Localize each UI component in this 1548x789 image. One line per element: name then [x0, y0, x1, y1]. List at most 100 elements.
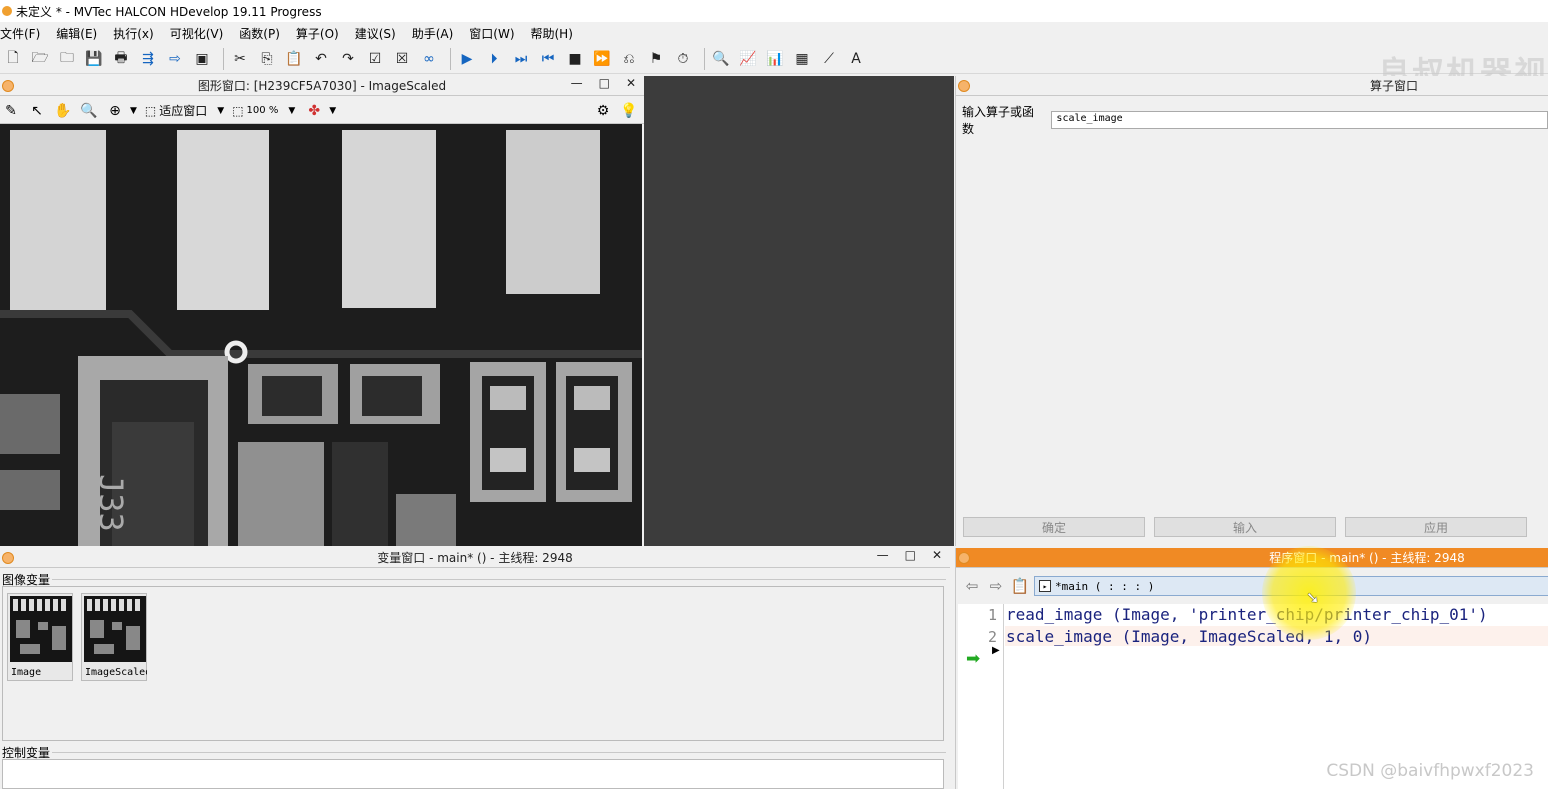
- pcb-thumbnail: [10, 596, 72, 662]
- operator-buttons: 确定 输入 应用: [963, 517, 1527, 537]
- imagescaled-variable-thumb[interactable]: ImageScaled: [81, 593, 147, 681]
- panel-logo-icon: [958, 80, 970, 92]
- zoom-in-icon[interactable]: ⊕: [104, 101, 126, 121]
- lamp-icon[interactable]: 💡: [618, 101, 640, 121]
- menu-execute[interactable]: 执行(x): [113, 25, 161, 42]
- zoom-label: 100 %: [246, 105, 279, 116]
- panel-logo-icon: [2, 552, 14, 564]
- step-into-icon[interactable]: ⏭: [510, 48, 532, 70]
- insert-cursor-icon: ▶: [992, 645, 1000, 656]
- reset-execution-icon[interactable]: ⎌: [618, 48, 640, 70]
- operator-window-header: 算子窗口: [956, 76, 1548, 96]
- procedure-selector[interactable]: ▸ *main ( : : : ): [1034, 576, 1548, 596]
- breakpoint-icon[interactable]: ⚑: [645, 48, 667, 70]
- divider: [52, 579, 946, 580]
- new-file-icon[interactable]: 🗋: [2, 48, 24, 70]
- find-icon[interactable]: ∞: [418, 48, 440, 70]
- print-icon[interactable]: 🖶: [110, 48, 132, 70]
- copy-icon[interactable]: ⎘: [256, 48, 278, 70]
- zoom-window-icon[interactable]: 🔍: [710, 48, 732, 70]
- color-palette-icon[interactable]: ✤: [303, 101, 325, 121]
- program-window-header: 程序窗口 - main* () - 主线程: 2948: [956, 548, 1548, 568]
- pcb-image: J33: [0, 124, 642, 546]
- clipboard-icon[interactable]: 📋: [1010, 577, 1030, 595]
- fit-window-combo[interactable]: ⬚ 适应窗口 ▼: [145, 102, 224, 119]
- menu-procedures[interactable]: 函数(P): [239, 25, 288, 42]
- operator-search-input[interactable]: scale_image: [1051, 111, 1548, 129]
- close-icon[interactable]: ✕: [932, 548, 942, 562]
- menu-file[interactable]: 文件(F): [0, 25, 48, 42]
- program-window: 程序窗口 - main* () - 主线程: 2948 ⇦ ⇨ 📋 ▸ *mai…: [955, 548, 1548, 789]
- program-toolbar: ⇦ ⇨ 📋 ▸ *main ( : : : ): [962, 576, 1548, 596]
- menu-suggestions[interactable]: 建议(S): [355, 25, 404, 42]
- redo-icon[interactable]: ↷: [337, 48, 359, 70]
- ok-button[interactable]: 确定: [963, 517, 1145, 537]
- csdn-watermark: CSDN @baivfhpwxf2023: [1326, 761, 1534, 781]
- paste-icon[interactable]: 📋: [283, 48, 305, 70]
- apply-button[interactable]: 应用: [1345, 517, 1527, 537]
- forward-arrow-icon[interactable]: ⇨: [986, 577, 1006, 595]
- procedure-icon: ▸: [1039, 580, 1051, 592]
- toolbar-separator: [223, 47, 224, 70]
- image-thumbnail: [84, 596, 146, 662]
- code-line-1[interactable]: read_image (Image, 'printer_chip/printer…: [1006, 605, 1488, 624]
- window-title: 未定义 * - MVTec HALCON HDevelop 19.11 Prog…: [16, 4, 322, 19]
- reset-program-icon[interactable]: ⏩: [591, 48, 613, 70]
- hand-icon[interactable]: ✋: [52, 101, 74, 121]
- activate-icon[interactable]: ☑: [364, 48, 386, 70]
- menu-window[interactable]: 窗口(W): [469, 25, 522, 42]
- deactivate-icon[interactable]: ☒: [391, 48, 413, 70]
- edit-icon[interactable]: ✎: [0, 101, 22, 121]
- graphics-window-title: 图形窗口: [H239CF5A7030] - ImageScaled: [197, 79, 447, 93]
- fit-window-label: 适应窗口: [159, 104, 208, 118]
- minimize-icon[interactable]: —: [877, 548, 889, 562]
- procedure-name: *main ( : : : ): [1055, 579, 1155, 593]
- profiler-icon[interactable]: ⏱: [672, 48, 694, 70]
- export-icon[interactable]: ⇶: [137, 48, 159, 70]
- divider: [52, 752, 946, 753]
- maximize-icon[interactable]: □: [905, 548, 916, 562]
- stop-icon[interactable]: ■: [564, 48, 586, 70]
- run-icon[interactable]: ▶: [456, 48, 478, 70]
- operator-window-title: 算子窗口: [1369, 79, 1418, 93]
- step-out-icon[interactable]: ⏮: [537, 48, 559, 70]
- zoom-combo[interactable]: ⬚ 100 % ▼: [232, 104, 295, 118]
- menu-operators[interactable]: 算子(O): [296, 25, 347, 42]
- close-icon[interactable]: ✕: [626, 76, 636, 90]
- line-profile-icon[interactable]: ⟋: [818, 48, 840, 70]
- zoom-icon: ⬚: [232, 103, 244, 118]
- menu-help[interactable]: 帮助(H): [531, 25, 581, 42]
- import-icon[interactable]: ⇨: [164, 48, 186, 70]
- code-line-2[interactable]: scale_image (Image, ImageScaled, 1, 0): [1006, 627, 1372, 646]
- pointer-icon[interactable]: ↖: [26, 101, 48, 121]
- feature-histogram-icon[interactable]: 📊: [764, 48, 786, 70]
- variable-window-header: 变量窗口 - main* () - 主线程: 2948 — □ ✕: [0, 548, 950, 568]
- menu-visualization[interactable]: 可视化(V): [170, 25, 232, 42]
- properties-icon[interactable]: ▣: [191, 48, 213, 70]
- chevron-down-icon: ▼: [288, 105, 296, 116]
- minimize-icon[interactable]: —: [571, 76, 583, 90]
- menu-assistants[interactable]: 助手(A): [412, 25, 462, 42]
- chevron-down-icon[interactable]: ▼: [329, 106, 336, 116]
- image-variable-thumb[interactable]: Image: [7, 593, 73, 681]
- maximize-icon[interactable]: □: [599, 76, 610, 90]
- enter-button[interactable]: 输入: [1154, 517, 1336, 537]
- cut-icon[interactable]: ✂: [229, 48, 251, 70]
- menu-edit[interactable]: 编辑(E): [56, 25, 105, 42]
- back-arrow-icon[interactable]: ⇦: [962, 577, 982, 595]
- graphics-window: 图形窗口: [H239CF5A7030] - ImageScaled — □ ✕…: [0, 76, 644, 546]
- gray-histogram-icon[interactable]: 📈: [737, 48, 759, 70]
- save-icon[interactable]: 💾: [83, 48, 105, 70]
- open-file-icon[interactable]: 🗁: [29, 48, 51, 70]
- open-example-icon[interactable]: 🗀: [56, 48, 78, 70]
- undo-icon[interactable]: ↶: [310, 48, 332, 70]
- operator-window: 算子窗口 输入算子或函数 scale_image 确定 输入 应用: [955, 76, 1548, 546]
- step-over-icon[interactable]: ⏵: [483, 48, 505, 70]
- ocr-icon[interactable]: A: [845, 48, 867, 70]
- feature-inspection-icon[interactable]: ▦: [791, 48, 813, 70]
- magnifier-icon[interactable]: 🔍: [78, 101, 100, 121]
- chevron-down-icon[interactable]: ▼: [130, 106, 137, 116]
- set-parameters-icon[interactable]: ⚙: [592, 101, 614, 121]
- image-canvas[interactable]: J33: [0, 124, 642, 546]
- image-thumbnail: [10, 596, 72, 662]
